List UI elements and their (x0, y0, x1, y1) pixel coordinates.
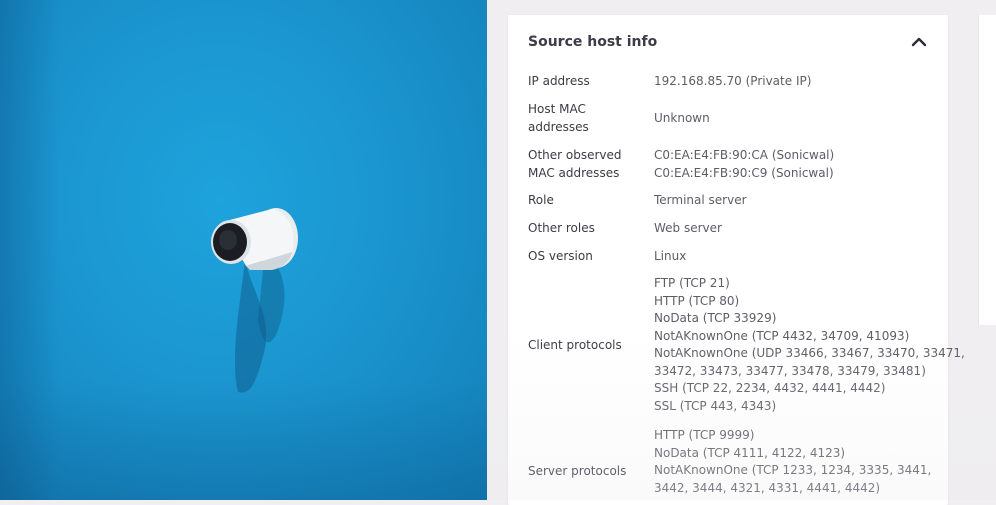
row-label: Client protocols (528, 338, 622, 352)
row-value: Terminal server (654, 193, 747, 207)
card-title: Source host info (528, 34, 658, 50)
row-label: IP address (528, 74, 590, 88)
row-value: C0:EA:E4:FB:90:CA (Sonicwal) C0:EA:E4:FB… (654, 148, 835, 180)
row-value: Unknown (654, 111, 710, 125)
row-value: 192.168.85.70 (Private IP) (654, 74, 812, 88)
row-label: OS version (528, 249, 593, 263)
row-value: Web server (654, 221, 722, 235)
row-label: Role (528, 193, 554, 207)
chevron-up-icon[interactable] (910, 35, 928, 49)
row-value: FTP (TCP 21) HTTP (TCP 80) NoData (TCP 3… (654, 276, 965, 413)
source-host-info-card: Source host info IP address 192.168.85.7… (508, 15, 965, 505)
row-label: Server protocols (528, 464, 627, 478)
row-value: Linux (654, 249, 687, 263)
row-value: HTTP (TCP 9999) NoData (TCP 4111, 4122, … (654, 428, 932, 495)
row-label: Other observed MAC addresses (528, 148, 622, 180)
camera-photo (0, 0, 487, 500)
row-label: Host MAC addresses (528, 102, 589, 134)
row-label: Other roles (528, 221, 595, 235)
security-camera-illustration (211, 208, 298, 393)
adjacent-card-edge (978, 15, 996, 325)
